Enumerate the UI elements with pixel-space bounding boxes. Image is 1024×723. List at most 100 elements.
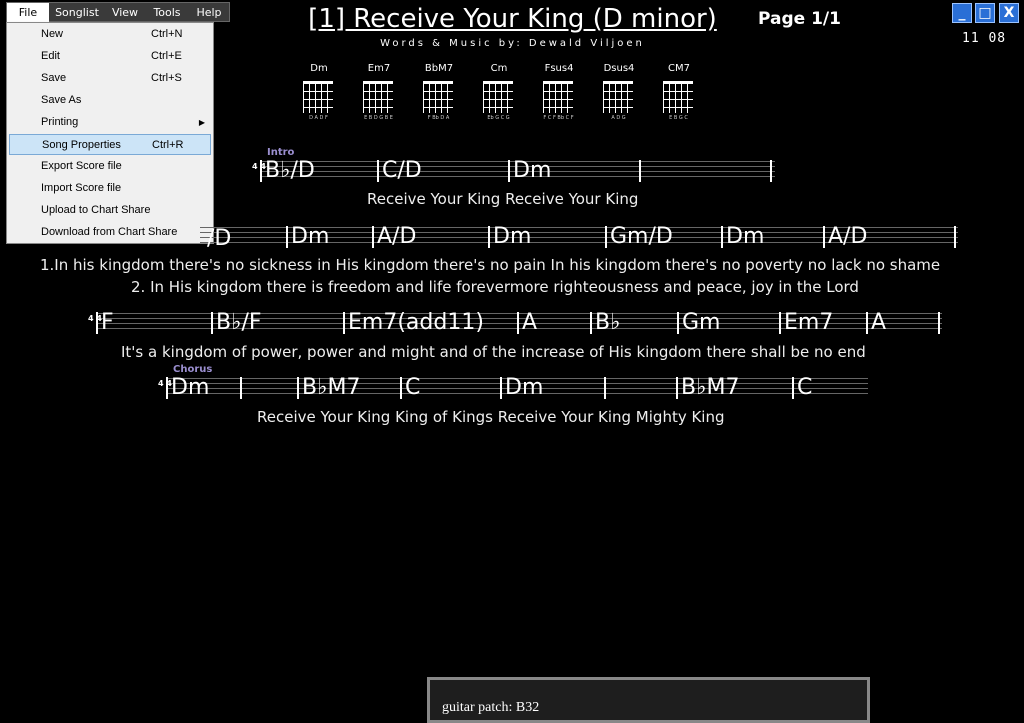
close-button[interactable]: X [999,3,1019,23]
menu-view[interactable]: View [107,3,143,23]
menu-item-song-properties[interactable]: Song Properties Ctrl+R [9,134,211,155]
chord-diagram-fsus4: Fsus4 F C F Bb C F [539,63,579,121]
end-bar-line [938,312,940,334]
menu-item-export-score[interactable]: Export Score file [9,156,211,177]
fretboard-grid [483,81,513,113]
clock-display: 11 08 [962,31,1007,46]
guitar-patch-label: guitar patch: B32 [442,700,540,715]
chord-symbol: F [96,312,114,334]
menu-item-shortcut: Ctrl+E [151,50,182,62]
menu-item-import-score[interactable]: Import Score file [9,178,211,199]
menu-item-new[interactable]: New Ctrl+N [9,24,211,45]
menu-item-upload-chart-share[interactable]: Upload to Chart Share [9,200,211,221]
chord-name: Cm [490,63,508,74]
menu-item-printing[interactable]: Printing ▶ [9,112,211,133]
chord-strings: D A D F [309,115,328,121]
lyric-line: Receive Your King Receive Your King [367,190,639,208]
bar-line [604,377,606,399]
chord-symbol: Dm [508,160,551,182]
chord-diagram-cm: Cm Eb G C G [479,63,519,121]
chord-symbol: A [517,312,537,334]
chord-name: CM7 [668,63,690,74]
menu-item-label: Save [41,72,67,84]
menu-item-download-chart-share[interactable]: Download from Chart Share [9,222,211,243]
chord-strings: A D G [611,115,626,121]
chord-symbol: B♭/D [260,160,315,182]
lyric-line-verse-2: 2. In His kingdom there is freedom and l… [131,278,859,296]
submenu-arrow-icon: ▶ [198,118,205,127]
menu-item-label: New [41,28,64,40]
menu-file[interactable]: File [7,3,49,23]
menu-help[interactable]: Help [191,3,227,23]
chord-diagram-dm: Dm D A D F [299,63,339,121]
chord-symbol: Dm [286,226,329,248]
menu-item-shortcut: Ctrl+R [152,139,184,151]
menu-item-shortcut: Ctrl+N [151,28,183,40]
fretboard-grid [423,81,453,113]
fretboard-grid [303,81,333,113]
fretboard-grid [603,81,633,113]
fretboard-grid [543,81,573,113]
menu-item-label: Upload to Chart Share [41,204,151,216]
menu-songlist[interactable]: Songlist [51,3,103,23]
menu-tools[interactable]: Tools [147,3,187,23]
chord-symbol: Dm [500,377,543,399]
chord-name: Fsus4 [544,63,574,74]
end-bar-line [770,160,772,182]
chord-symbol: C/D [377,160,422,182]
menu-bar: File Songlist View Tools Help [6,2,230,23]
maximize-button[interactable]: □ [975,3,995,23]
chord-symbol: Dm [488,226,531,248]
chord-symbol: B♭ [590,312,620,334]
menu-item-save[interactable]: Save Ctrl+S [9,68,211,89]
menu-item-label: Download from Chart Share [41,226,178,238]
lyric-line: It's a kingdom of power, power and might… [121,343,866,361]
menu-item-label: Save As [41,94,82,106]
chord-symbol: B♭M7 [297,377,360,399]
chord-name: BbM7 [424,63,454,74]
chord-symbol: Dm [721,226,764,248]
file-dropdown-menu: New Ctrl+N Edit Ctrl+E Save Ctrl+S Save As … [6,22,214,244]
chord-name: Dsus4 [603,63,635,74]
chord-symbol: Gm [677,312,720,334]
fretboard-grid [663,81,693,113]
chord-symbol: Em7 [779,312,833,334]
chord-diagram-em7: Em7 E B D G B E [359,63,399,121]
lyric-line: Receive Your King King of Kings Receive … [257,408,725,426]
chord-symbol: B♭M7 [676,377,739,399]
chord-symbol: A/D [823,226,867,248]
section-label-intro: Intro [267,147,295,158]
page-indicator: Page 1/1 [758,9,841,29]
menu-item-label: Edit [41,50,60,62]
menu-item-shortcut: Ctrl+S [151,72,182,84]
minimize-button[interactable]: _ [952,3,972,23]
menu-item-edit[interactable]: Edit Ctrl+E [9,46,211,67]
chord-symbol: /D [207,226,232,251]
chord-name: Dm [310,63,328,74]
chord-symbol: B♭/F [211,312,262,334]
chord-symbol: A [866,312,886,334]
chord-symbol: Em7(add11) [343,312,484,334]
menu-item-label: Import Score file [41,182,122,194]
chord-strings: F Bb D A [427,115,450,121]
menu-item-label: Song Properties [42,139,121,151]
chord-symbol: A/D [372,226,416,248]
song-title: [1] Receive Your King (D minor) [308,4,717,34]
chord-symbol: Gm/D [605,226,673,248]
chord-symbol: C [400,377,420,399]
chord-symbol: Dm [166,377,209,399]
menu-item-save-as[interactable]: Save As [9,90,211,111]
status-panel: guitar patch: B32 [427,677,870,723]
section-label-chorus: Chorus [173,364,213,375]
chord-diagram-bbm7: BbM7 F Bb D A [419,63,459,121]
lyric-line-verse-1: 1.In his kingdom there's no sickness in … [40,256,941,274]
chord-diagram-cm7: CM7 E B G C [659,63,699,121]
chord-name: Em7 [367,63,391,74]
fretboard-grid [363,81,393,113]
chord-symbol: C [792,377,812,399]
menu-item-label: Export Score file [41,160,122,172]
chord-strings: F C F Bb C F [543,115,574,121]
menu-item-label: Printing [41,116,79,128]
song-credit: Words & Music by: Dewald Viljoen [380,38,645,49]
bar-line [639,160,641,182]
